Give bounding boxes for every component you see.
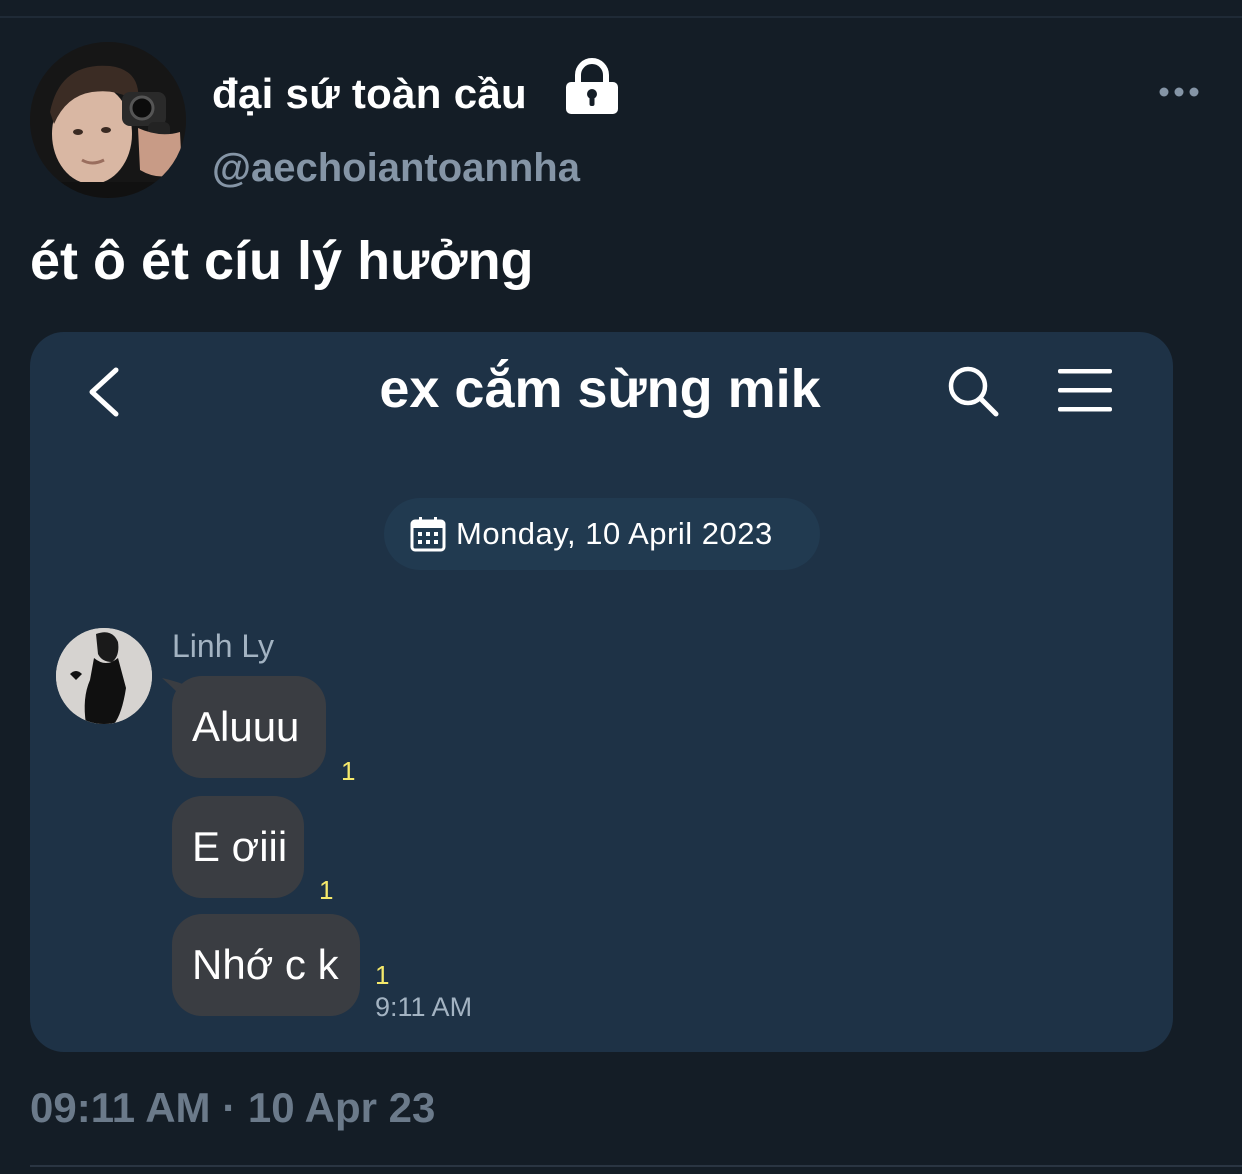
message-bubble: E ơiii: [172, 796, 304, 898]
tweet-timestamp[interactable]: 09:11 AM · 10 Apr 23: [30, 1084, 435, 1132]
hamburger-menu-icon: [1056, 366, 1116, 416]
calendar-icon: [410, 516, 446, 552]
chat-title: ex cắm sừng mik: [379, 359, 821, 419]
bottom-divider: [30, 1165, 1242, 1167]
search-icon: [946, 364, 1002, 420]
date-separator: Monday, 10 April 2023: [384, 498, 820, 570]
author-handle[interactable]: @aechoiantoannha: [212, 146, 580, 191]
read-receipt-count: 1: [319, 875, 334, 905]
tweet-text: ét ô ét cíu lý hưởng: [30, 231, 534, 291]
date-label: Monday, 10 April 2023: [456, 516, 773, 551]
read-receipt-count: 1: [341, 756, 356, 786]
message-bubble: Nhớ c k: [172, 914, 360, 1016]
lock-icon: [564, 58, 620, 116]
tweet-media-image[interactable]: ex cắm sừng mik Monday, 10 April 2023 Li…: [30, 332, 1173, 1052]
back-chevron-icon: [84, 366, 124, 418]
contact-avatar: [56, 628, 152, 724]
message-time: 9:11 AM: [375, 992, 473, 1022]
read-receipt-count: 1: [375, 960, 390, 990]
top-divider: [0, 16, 1242, 18]
contact-name: Linh Ly: [172, 628, 274, 664]
author-display-name[interactable]: đại sứ toàn cầu: [212, 70, 527, 118]
message-bubble: Aluuu: [172, 676, 326, 778]
author-avatar[interactable]: [30, 42, 186, 198]
more-dots-icon[interactable]: [1158, 84, 1200, 100]
